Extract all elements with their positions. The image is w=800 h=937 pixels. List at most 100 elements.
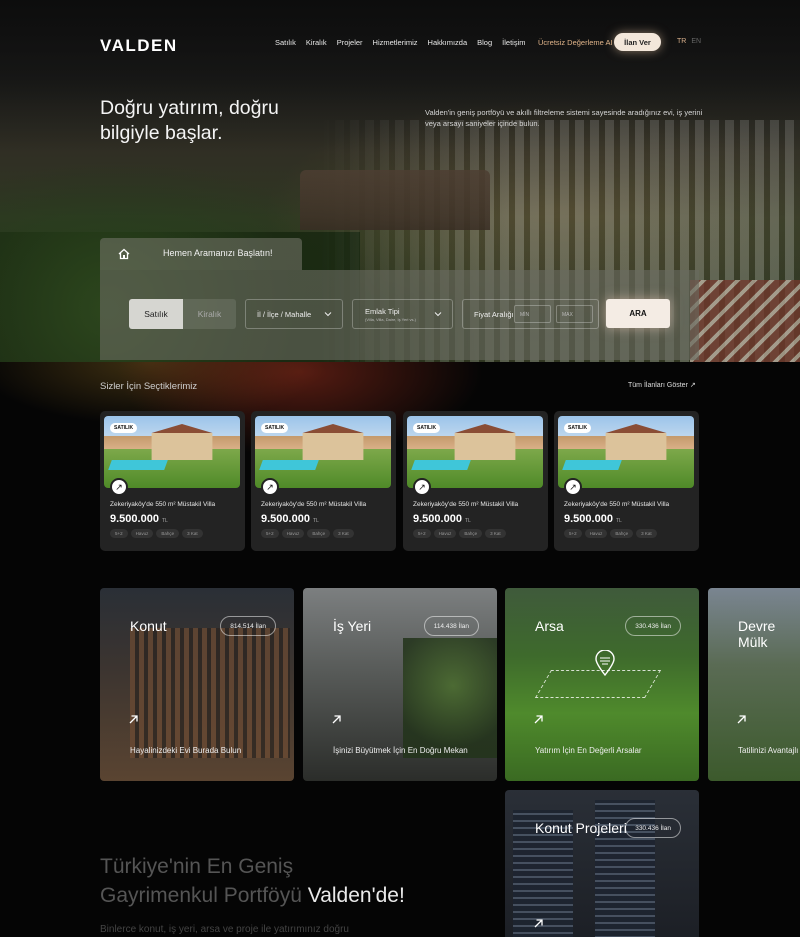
nav-item-kiralik[interactable]: Kiralık xyxy=(306,38,327,47)
nav-item-hizmetlerimiz[interactable]: Hizmetlerimiz xyxy=(373,38,418,47)
property-type-label: Emlak Tipi xyxy=(365,307,400,316)
post-ad-button[interactable]: İlan Ver xyxy=(614,33,661,51)
show-all-link[interactable]: Tüm İlanları Göster ↗ xyxy=(628,381,696,389)
tag: Havuz xyxy=(130,529,154,538)
listing-tags: 5+2 Havuz Bahçe 3 Kat xyxy=(110,529,203,538)
arrow-up-right-icon[interactable]: ↗ xyxy=(413,478,431,496)
logo[interactable]: VALDEN xyxy=(100,36,178,56)
category-count: 814.514 İlan xyxy=(220,616,276,636)
price-currency: TL xyxy=(312,518,319,524)
category-name: Devre Mülk xyxy=(738,618,776,650)
tag: Havuz xyxy=(584,529,608,538)
tag: 5+2 xyxy=(261,529,279,538)
portfolio-heading-line1: Türkiye'nin En Geniş xyxy=(100,855,294,878)
tag: 5+2 xyxy=(110,529,128,538)
price-currency: TL xyxy=(615,518,622,524)
language-switch: TR EN xyxy=(677,38,701,45)
category-description: Tatilinizi Avantajlı xyxy=(738,746,799,755)
category-card-konut[interactable]: Konut 814.514 İlan Hayalinizdeki Evi Bur… xyxy=(100,588,294,781)
arrow-up-right-icon xyxy=(332,715,341,724)
office-plants xyxy=(403,638,497,758)
price-range: Fiyat Aralığı MİN MAX xyxy=(462,299,599,329)
category-card-arsa[interactable]: Arsa 330.436 İlan Yatırım İçin En Değerl… xyxy=(505,588,699,781)
pool-shape xyxy=(562,460,622,470)
tag: Bahçe xyxy=(156,529,180,538)
tag: Bahçe xyxy=(307,529,331,538)
price-currency: TL xyxy=(464,518,471,524)
category-description: Hayalinizdeki Evi Burada Bulun xyxy=(130,746,242,755)
hero-title: Doğru yatırım, doğru bilgiyle başlar. xyxy=(100,97,279,144)
price-max-input[interactable]: MAX xyxy=(556,305,593,323)
listing-tags: 5+2 Havuz Bahçe 3 Kat xyxy=(261,529,354,538)
status-badge: SATILIK xyxy=(413,423,441,433)
listing-card[interactable]: SATILIK ↗ Zekeriyaköy'de 550 m² Müstakil… xyxy=(251,411,396,551)
nav-item-iletisim[interactable]: İletişim xyxy=(502,38,525,47)
property-type-select[interactable]: Emlak Tipi (Villa, Villa, Daire, Iş Yeri… xyxy=(352,299,453,329)
nav-item-blog[interactable]: Blog xyxy=(477,38,492,47)
arrow-up-right-icon xyxy=(534,919,543,928)
arrow-up-right-icon[interactable]: ↗ xyxy=(110,478,128,496)
location-select[interactable]: İl / İlçe / Mahalle xyxy=(245,299,343,329)
pool-shape xyxy=(108,460,168,470)
portfolio-heading-line2: Gayrimenkul Portföyü Valden'de! xyxy=(100,884,405,908)
category-name: Arsa xyxy=(535,618,564,634)
nav-item-satilik[interactable]: Satılık xyxy=(275,38,296,47)
arrow-up-right-icon[interactable]: ↗ xyxy=(261,478,279,496)
building-facade xyxy=(130,628,290,758)
category-card-devre-mulk[interactable]: Devre Mülk Tatilinizi Avantajlı xyxy=(708,588,800,781)
tag: 5+2 xyxy=(564,529,582,538)
main-menu: Satılık Kiralık Projeler Hizmetlerimiz H… xyxy=(275,38,526,47)
price-min-input[interactable]: MİN xyxy=(514,305,551,323)
price-value: 9.500.000 xyxy=(110,513,159,525)
rent-toggle[interactable]: Kiralık xyxy=(183,299,236,329)
picks-title: Sizler İçin Seçtiklerimiz xyxy=(100,381,198,392)
tag: 3 Kat xyxy=(182,529,203,538)
category-name: Konut Projeleri xyxy=(535,820,627,836)
arrow-up-right-icon[interactable]: ↗ xyxy=(564,478,582,496)
portfolio-heading-highlight: Valden'de! xyxy=(307,884,405,907)
portfolio-description: Binlerce konut, iş yeri, arsa ve proje i… xyxy=(100,924,349,935)
villa-shape xyxy=(151,424,213,460)
hero-description: Valden'in geniş portföyü ve akıllı filtr… xyxy=(425,108,703,128)
status-badge: SATILIK xyxy=(110,423,138,433)
listing-card[interactable]: SATILIK ↗ Zekeriyaköy'de 550 m² Müstakil… xyxy=(554,411,699,551)
arrow-up-right-icon xyxy=(129,715,138,724)
nav-item-projeler[interactable]: Projeler xyxy=(337,38,363,47)
listing-card[interactable]: SATILIK ↗ Zekeriyaköy'de 550 m² Müstakil… xyxy=(100,411,245,551)
location-placeholder: İl / İlçe / Mahalle xyxy=(257,310,312,319)
listing-title: Zekeriyaköy'de 550 m² Müstakil Villa xyxy=(261,501,367,508)
category-name: İş Yeri xyxy=(333,618,372,634)
lang-en[interactable]: EN xyxy=(691,38,701,45)
search-tab-label: Hemen Aramanızı Başlatın! xyxy=(163,248,273,258)
listing-tags: 5+2 Havuz Bahçe 3 Kat xyxy=(564,529,657,538)
category-description: İşinizi Büyütmek İçin En Doğru Mekan xyxy=(333,746,468,755)
tag: 3 Kat xyxy=(333,529,354,538)
listing-title: Zekeriyaköy'de 550 m² Müstakil Villa xyxy=(110,501,216,508)
category-description: Yatırım İçin En Değerli Arsalar xyxy=(535,746,642,755)
price-value: 9.500.000 xyxy=(413,513,462,525)
villa-shape xyxy=(302,424,364,460)
arrow-up-right-icon xyxy=(534,715,543,724)
sale-rent-toggle: Satılık Kiralık xyxy=(129,299,236,329)
nav-item-hakkimizda[interactable]: Hakkımızda xyxy=(428,38,468,47)
property-type-hint: (Villa, Villa, Daire, Iş Yeri vs.) xyxy=(365,317,416,322)
listing-title: Zekeriyaköy'de 550 m² Müstakil Villa xyxy=(564,501,670,508)
arrow-up-right-icon: ↗ xyxy=(689,382,696,389)
home-icon xyxy=(118,248,130,260)
pool-shape xyxy=(411,460,471,470)
listing-price: 9.500.000 TL xyxy=(110,513,168,525)
category-card-konut-projeleri[interactable]: Konut Projeleri 330.436 İlan xyxy=(505,790,699,937)
price-currency: TL xyxy=(161,518,168,524)
listing-title: Zekeriyaköy'de 550 m² Müstakil Villa xyxy=(413,501,519,508)
price-value: 9.500.000 xyxy=(261,513,310,525)
free-valuation-link[interactable]: Ücretsiz Değerleme AI xyxy=(538,38,613,47)
chevron-down-icon xyxy=(434,312,442,317)
pool-shape xyxy=(259,460,319,470)
category-card-isyeri[interactable]: İş Yeri 114.438 İlan İşinizi Büyütmek İç… xyxy=(303,588,497,781)
listing-card[interactable]: SATILIK ↗ Zekeriyaköy'de 550 m² Müstakil… xyxy=(403,411,548,551)
category-count: 330.436 İlan xyxy=(625,818,681,838)
villa-shape xyxy=(454,424,516,460)
lang-tr[interactable]: TR xyxy=(677,38,686,45)
search-button[interactable]: ARA xyxy=(606,299,670,328)
sale-toggle[interactable]: Satılık xyxy=(129,299,183,329)
